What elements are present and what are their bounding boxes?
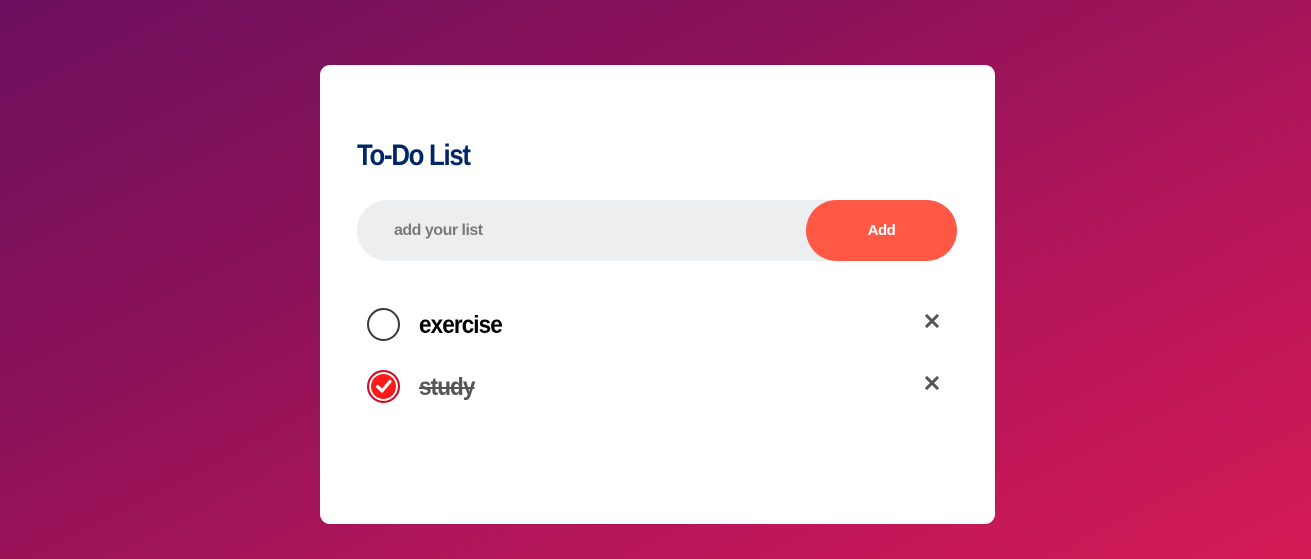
checkmark-icon[interactable] <box>367 370 400 403</box>
list-item[interactable]: exercise <box>357 293 957 355</box>
todo-list: exercise study <box>357 293 957 417</box>
todo-text: study <box>419 373 475 401</box>
add-button[interactable]: Add <box>806 200 957 261</box>
add-todo-row: Add <box>357 200 957 261</box>
todo-card: To-Do List Add exercise study <box>320 65 995 524</box>
todo-text: exercise <box>419 311 503 339</box>
page-title: To-Do List <box>357 139 471 172</box>
close-icon[interactable] <box>925 314 939 328</box>
todo-input[interactable] <box>357 200 806 261</box>
list-item[interactable]: study <box>357 355 957 417</box>
circle-unchecked-icon[interactable] <box>367 308 400 341</box>
close-icon[interactable] <box>925 376 939 390</box>
